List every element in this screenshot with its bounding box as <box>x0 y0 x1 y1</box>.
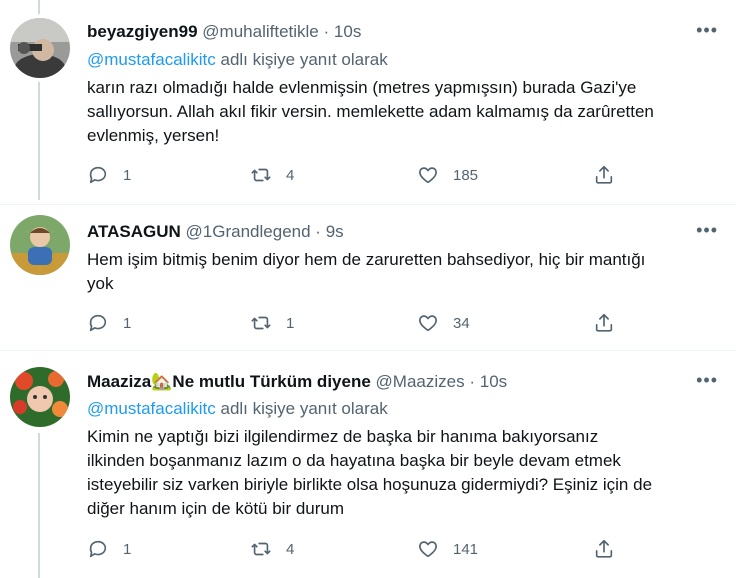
tweet[interactable]: Maaziza🏡Ne mutlu Türküm diyene @Maazizes… <box>0 351 736 578</box>
tweet-actions: 1 1 34 <box>87 312 627 336</box>
reply-count: 1 <box>123 314 132 332</box>
retweet-button[interactable]: 1 <box>250 312 294 334</box>
reply-context: @mustafacalikitc adlı kişiye yanıt olara… <box>87 50 388 70</box>
tweet[interactable]: beyazgiyen99 @muhaliftetikle · 10s ••• @… <box>0 0 736 204</box>
reply-context: @mustafacalikitc adlı kişiye yanıt olara… <box>87 399 388 419</box>
tweet[interactable]: ATASAGUN @1Grandlegend · 9s ••• Hem işim… <box>0 205 736 350</box>
avatar[interactable] <box>10 367 70 427</box>
like-button[interactable]: 34 <box>417 312 470 334</box>
reply-button[interactable]: 1 <box>87 538 131 560</box>
reply-icon <box>89 540 107 558</box>
reply-button[interactable]: 1 <box>87 312 131 334</box>
user-handle[interactable]: @Maazizes <box>376 372 465 391</box>
like-count: 34 <box>453 314 470 332</box>
reply-suffix: adlı kişiye yanıt olarak <box>220 50 388 69</box>
reply-count: 1 <box>123 166 132 184</box>
like-count: 141 <box>453 540 479 558</box>
retweet-icon <box>251 542 271 556</box>
heart-icon <box>419 167 437 184</box>
house-emoji: 🏡 <box>151 372 173 391</box>
retweet-button[interactable]: 4 <box>250 164 294 186</box>
user-handle[interactable]: @muhaliftetikle <box>202 22 318 41</box>
reply-icon <box>89 314 107 332</box>
user-handle[interactable]: @1Grandlegend <box>186 222 311 241</box>
tweet-header: Maaziza🏡Ne mutlu Türküm diyene @Maazizes… <box>87 372 508 391</box>
reply-mention-link[interactable]: @mustafacalikitc <box>87 50 216 69</box>
timestamp[interactable]: 9s <box>326 222 344 241</box>
share-button[interactable] <box>593 538 615 560</box>
display-name[interactable]: beyazgiyen99 <box>87 22 198 41</box>
share-button[interactable] <box>593 164 615 186</box>
share-icon <box>595 313 613 332</box>
retweet-icon <box>251 168 271 182</box>
reply-suffix: adlı kişiye yanıt olarak <box>220 399 388 418</box>
retweet-icon <box>251 316 271 330</box>
reply-icon <box>89 166 107 184</box>
thread-line <box>38 433 40 578</box>
retweet-count: 1 <box>286 314 295 332</box>
more-horizontal-icon[interactable]: ••• <box>696 370 718 391</box>
heart-icon <box>419 315 437 332</box>
retweet-count: 4 <box>286 166 295 184</box>
reply-button[interactable]: 1 <box>87 164 131 186</box>
tweet-header: beyazgiyen99 @muhaliftetikle · 10s <box>87 22 362 41</box>
heart-icon <box>419 541 437 558</box>
tweet-text: Kimin ne yaptığı bizi ilgilendirmez de b… <box>87 427 653 518</box>
display-name[interactable]: ATASAGUN <box>87 222 181 241</box>
more-horizontal-icon[interactable]: ••• <box>696 20 718 41</box>
share-button[interactable] <box>593 312 615 334</box>
avatar[interactable] <box>10 18 70 78</box>
reply-count: 1 <box>123 540 132 558</box>
more-horizontal-icon[interactable]: ••• <box>696 220 718 241</box>
tweet-actions: 1 4 185 <box>87 164 627 188</box>
like-button[interactable]: 141 <box>417 538 478 560</box>
like-button[interactable]: 185 <box>417 164 478 186</box>
timestamp[interactable]: 10s <box>480 372 507 391</box>
tweet-text: karın razı olmadığı halde evlenmişsin (m… <box>87 78 654 145</box>
like-count: 185 <box>453 166 479 184</box>
retweet-button[interactable]: 4 <box>250 538 294 560</box>
avatar[interactable] <box>10 215 70 275</box>
tweet-header: ATASAGUN @1Grandlegend · 9s <box>87 222 344 241</box>
display-name[interactable]: Maaziza🏡Ne mutlu Türküm diyene <box>87 372 371 391</box>
timestamp[interactable]: 10s <box>334 22 361 41</box>
share-icon <box>595 165 613 184</box>
share-icon <box>595 539 613 558</box>
tweet-text: Hem işim bitmiş benim diyor hem de zarur… <box>87 250 646 293</box>
tweet-actions: 1 4 141 <box>87 538 627 562</box>
retweet-count: 4 <box>286 540 295 558</box>
reply-mention-link[interactable]: @mustafacalikitc <box>87 399 216 418</box>
